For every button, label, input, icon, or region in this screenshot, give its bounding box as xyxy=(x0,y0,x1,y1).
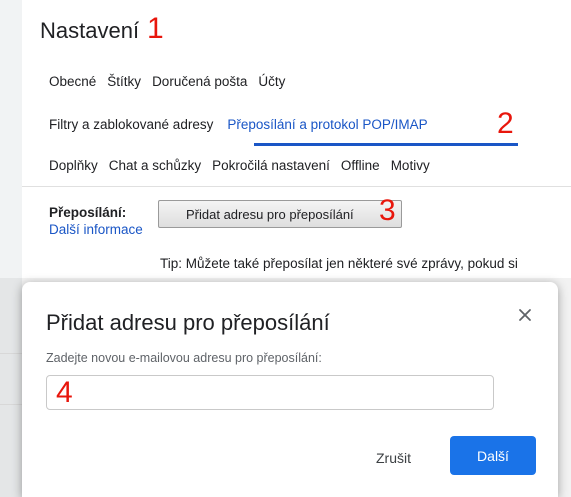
tabs-divider xyxy=(22,186,571,187)
active-tab-indicator xyxy=(254,143,518,146)
annotation-1: 1 xyxy=(147,12,164,45)
next-button[interactable]: Další xyxy=(450,436,536,475)
background-divider xyxy=(0,404,22,405)
email-field-label: Zadejte novou e-mailovou adresu pro přep… xyxy=(46,351,322,365)
tab-accounts[interactable]: Účty xyxy=(258,74,285,89)
tab-themes[interactable]: Motivy xyxy=(391,158,430,173)
dialog-title: Přidat adresu pro přeposílání xyxy=(46,310,330,335)
tab-filters[interactable]: Filtry a zablokované adresy xyxy=(49,117,213,132)
page-title: Nastavení xyxy=(40,18,140,43)
annotation-2: 2 xyxy=(497,107,514,140)
forwarding-label: Přeposílání: xyxy=(49,205,127,220)
tab-offline[interactable]: Offline xyxy=(341,158,380,173)
cancel-button[interactable]: Zrušit xyxy=(376,450,411,466)
close-icon[interactable] xyxy=(513,303,537,327)
email-field[interactable] xyxy=(46,375,494,410)
background-divider xyxy=(0,353,22,354)
forwarding-tip: Tip: Můžete také přeposílat jen některé … xyxy=(160,256,518,271)
tab-forwarding-pop-imap[interactable]: Přeposílání a protokol POP/IMAP xyxy=(227,117,427,132)
tab-general[interactable]: Obecné xyxy=(49,74,96,89)
annotation-3: 3 xyxy=(379,194,396,227)
annotation-4: 4 xyxy=(56,376,73,409)
add-forwarding-address-label: Přidat adresu pro přeposílání xyxy=(186,207,354,222)
tab-labels[interactable]: Štítky xyxy=(107,74,141,89)
add-forwarding-address-button[interactable]: Přidat adresu pro přeposílání xyxy=(158,200,402,228)
tab-addons[interactable]: Doplňky xyxy=(49,158,98,173)
tab-inbox[interactable]: Doručená pošta xyxy=(152,74,247,89)
add-forwarding-address-dialog: Přidat adresu pro přeposílání Zadejte no… xyxy=(22,282,558,497)
tab-row-1: Obecné Štítky Doručená pošta Účty xyxy=(49,74,296,89)
tab-row-3: Doplňky Chat a schůzky Pokročilá nastavení… xyxy=(49,158,441,173)
tab-row-2: Filtry a zablokované adresy Přeposílání a… xyxy=(49,117,439,132)
tab-chat-meet[interactable]: Chat a schůzky xyxy=(109,158,201,173)
tab-advanced[interactable]: Pokročilá nastavení xyxy=(212,158,330,173)
more-info-link[interactable]: Další informace xyxy=(49,222,143,237)
